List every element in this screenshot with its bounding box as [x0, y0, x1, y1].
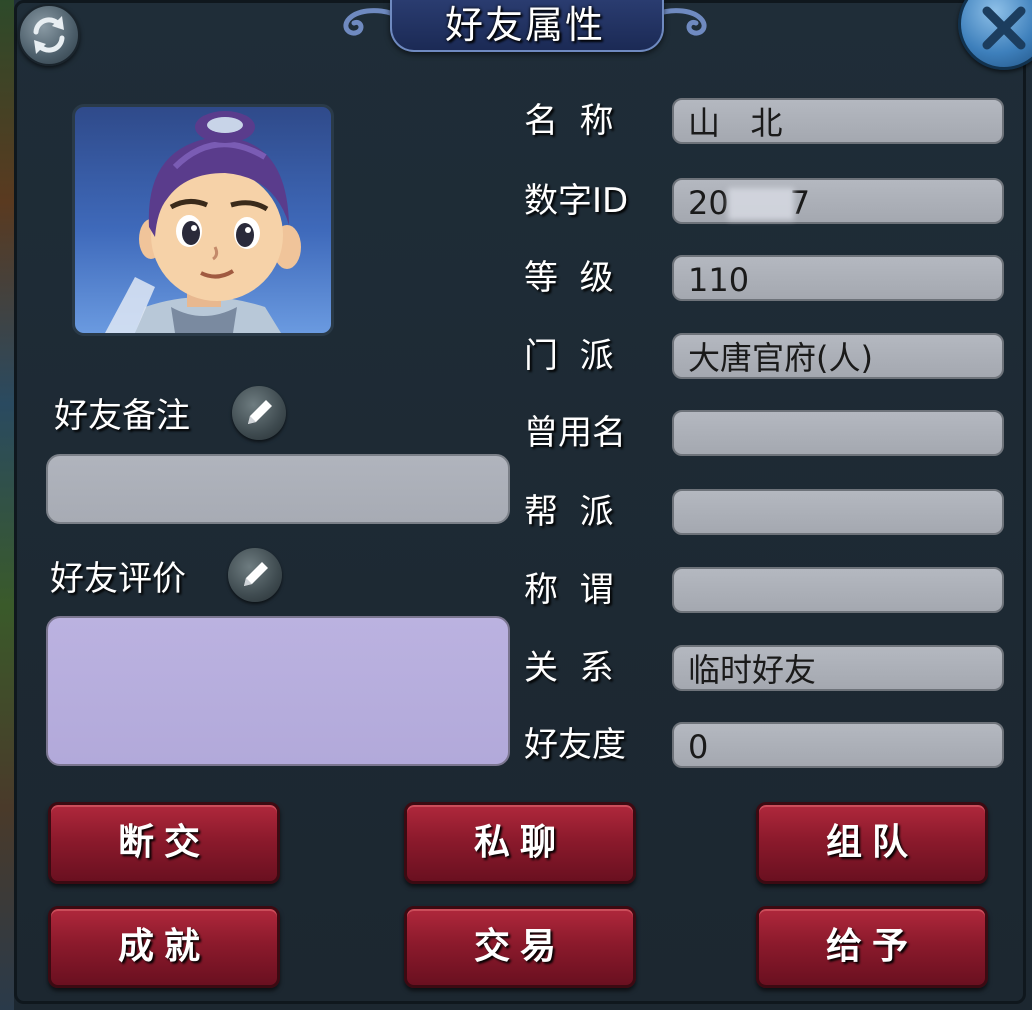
attr-label-former-name: 曾用名	[524, 413, 626, 453]
attr-label-name: 名 称	[524, 101, 614, 141]
background-game-strip	[0, 0, 14, 1010]
window-title: 好友属性	[444, 3, 605, 47]
team-up-button[interactable]: 组队	[756, 802, 988, 884]
attr-value-id: 20 7	[672, 178, 1004, 224]
refresh-button[interactable]	[18, 4, 80, 66]
private-chat-button[interactable]: 私聊	[404, 802, 636, 884]
attr-label-guild: 帮 派	[524, 492, 614, 532]
attr-label-level: 等 级	[524, 258, 614, 298]
attr-value-relation: 临时好友	[672, 645, 1004, 691]
attr-value-name: 山 北	[672, 98, 1004, 144]
id-censor-blur	[728, 188, 794, 220]
attr-value-former-name	[672, 410, 1004, 456]
close-icon	[982, 6, 1026, 50]
break-friend-button[interactable]: 断交	[48, 802, 280, 884]
attr-value-guild	[672, 489, 1004, 535]
edit-note-button[interactable]	[232, 386, 286, 440]
attr-value-school: 大唐官府(人)	[672, 333, 1004, 379]
friend-note-input[interactable]	[46, 454, 510, 524]
attr-value-title	[672, 567, 1004, 613]
pencil-icon	[248, 400, 272, 424]
friend-attributes-window: 好友属性 好友备注 好友评价 名 称 山 北 数字ID 20 7 等 级 110…	[0, 0, 1032, 1010]
edit-review-button[interactable]	[228, 548, 282, 602]
friend-avatar	[72, 104, 334, 336]
friend-review-label: 好友评价	[50, 559, 186, 599]
attr-label-title: 称 谓	[524, 570, 614, 610]
achievement-button[interactable]: 成就	[48, 906, 280, 988]
attr-value-level: 110	[672, 255, 1004, 301]
refresh-icon	[33, 16, 65, 54]
attr-label-friendship: 好友度	[524, 725, 626, 765]
title-left-ornament-icon	[343, 8, 396, 36]
friend-review-input[interactable]	[46, 616, 510, 766]
attr-value-friendship: 0	[672, 722, 1004, 768]
attr-label-school: 门 派	[524, 336, 614, 376]
friend-note-label: 好友备注	[54, 396, 190, 436]
attr-label-relation: 关 系	[524, 648, 614, 688]
give-button[interactable]: 给予	[756, 906, 988, 988]
close-button[interactable]	[958, 0, 1032, 70]
attr-label-id: 数字ID	[524, 181, 629, 221]
trade-button[interactable]: 交易	[404, 906, 636, 988]
character-portrait-icon	[105, 111, 301, 333]
pencil-icon	[244, 562, 268, 586]
